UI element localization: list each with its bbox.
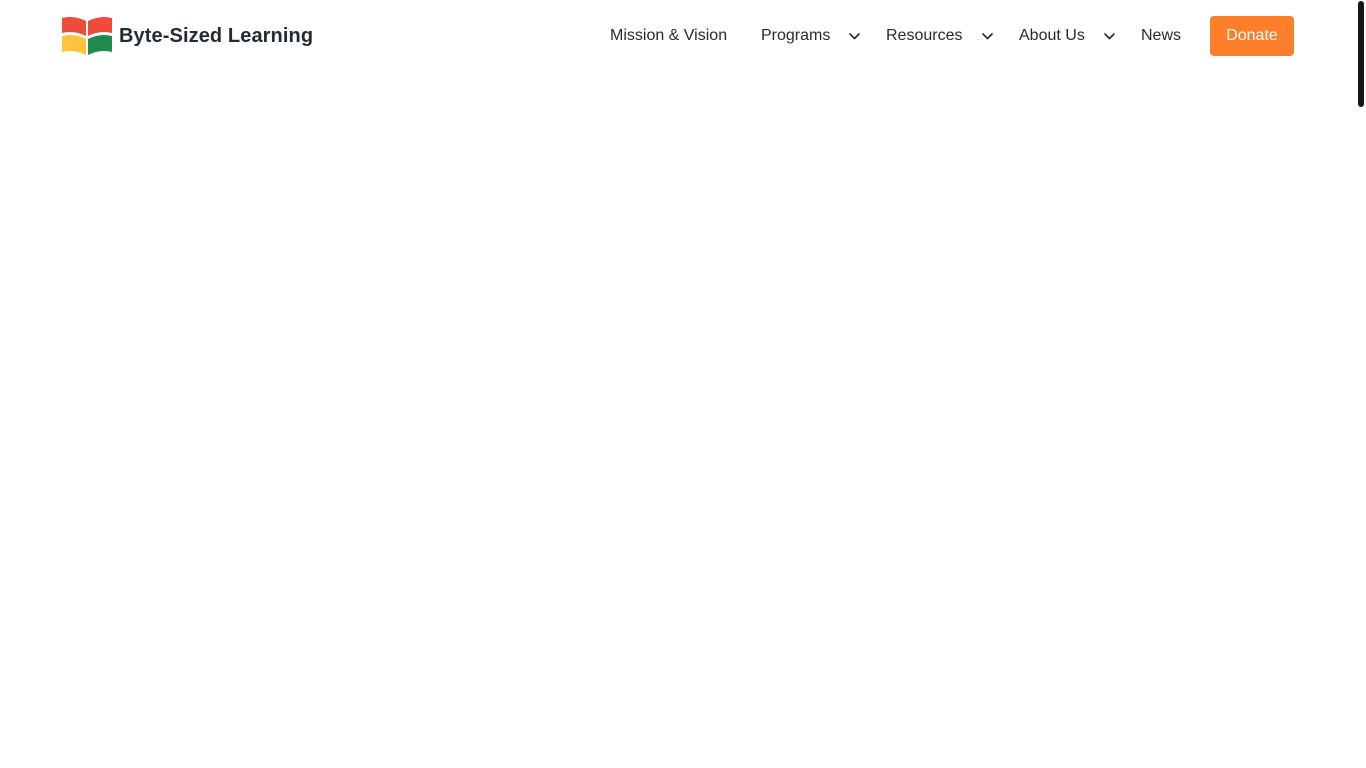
nav-link-mission-vision[interactable]: Mission & Vision [610, 16, 727, 56]
scrollbar-thumb[interactable] [1358, 1, 1364, 107]
main-nav: Mission & Vision Programs Resources Abou… [0, 16, 1356, 56]
nav-link-resources[interactable]: Resources [886, 16, 962, 56]
nav-link-programs[interactable]: Programs [761, 16, 830, 56]
site-header: Byte-Sized Learning Mission & Vision Pro… [0, 0, 1356, 72]
nav-link-news[interactable]: News [1141, 16, 1181, 56]
resources-chevron-down-icon[interactable] [980, 16, 994, 56]
donate-button[interactable]: Donate [1210, 16, 1294, 56]
about-us-chevron-down-icon[interactable] [1102, 16, 1116, 56]
page-scrollbar[interactable] [1356, 0, 1366, 768]
nav-link-about-us[interactable]: About Us [1019, 16, 1085, 56]
programs-chevron-down-icon[interactable] [847, 16, 861, 56]
page: Byte-Sized Learning Mission & Vision Pro… [0, 0, 1366, 768]
